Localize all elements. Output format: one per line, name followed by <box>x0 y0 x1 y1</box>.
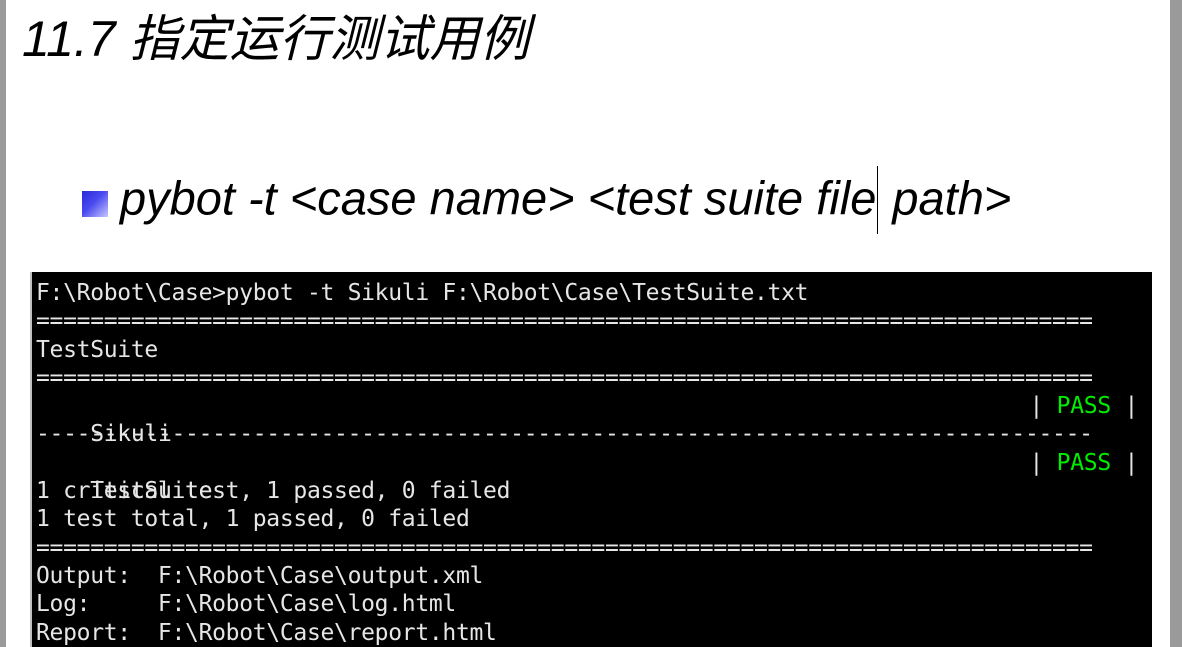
status-bar-right: | <box>1124 393 1138 420</box>
status-bar-left: | <box>1029 449 1044 476</box>
console-output-path: Output: F:\Robot\Case\output.xml <box>36 562 484 589</box>
console-command-line: F:\Robot\Case>pybot -t Sikuli F:\Robot\C… <box>36 280 809 306</box>
bullet-text-after-caret: path> <box>879 171 1012 225</box>
console-separator: ========================================… <box>36 364 1093 391</box>
console-log-path: Log: F:\Robot\Case\log.html <box>36 591 456 618</box>
bullet-text[interactable]: pybot -t <case name> <test suite file pa… <box>120 166 1012 236</box>
bullet-text-before-caret: pybot -t <case name> <test suite file <box>120 171 877 225</box>
console-test-status: | PASS | <box>1029 392 1139 420</box>
square-bullet-icon <box>82 191 108 217</box>
status-bar-right: | <box>1124 449 1138 476</box>
console-output[interactable]: F:\Robot\Case>pybot -t Sikuli F:\Robot\C… <box>30 272 1152 647</box>
console-test-row: Sikuli | PASS | <box>36 392 1152 447</box>
right-window-border <box>1170 0 1182 647</box>
console-separator: ========================================… <box>36 308 1093 335</box>
console-separator: ========================================… <box>36 534 1093 561</box>
status-bar-left: | <box>1029 393 1044 420</box>
bullet-item: pybot -t <case name> <test suite file pa… <box>82 166 1011 234</box>
console-report-path: Report: F:\Robot\Case\report.html <box>36 619 497 646</box>
console-suite-result-row: TestSuite | PASS | <box>36 449 1152 504</box>
pass-label: PASS <box>1056 449 1112 476</box>
slide-title: 11.7 指定运行测试用例 <box>22 11 530 67</box>
console-separator: ----------------------------------------… <box>36 421 1093 448</box>
console-suite-status: | PASS | <box>1029 449 1139 477</box>
console-suite-header: TestSuite <box>36 336 158 363</box>
pass-label: PASS <box>1056 393 1112 420</box>
console-total-summary: 1 test total, 1 passed, 0 failed <box>36 506 470 533</box>
left-window-border <box>0 0 6 647</box>
console-critical-summary: 1 critical test, 1 passed, 0 failed <box>36 478 511 505</box>
text-cursor <box>877 166 879 234</box>
